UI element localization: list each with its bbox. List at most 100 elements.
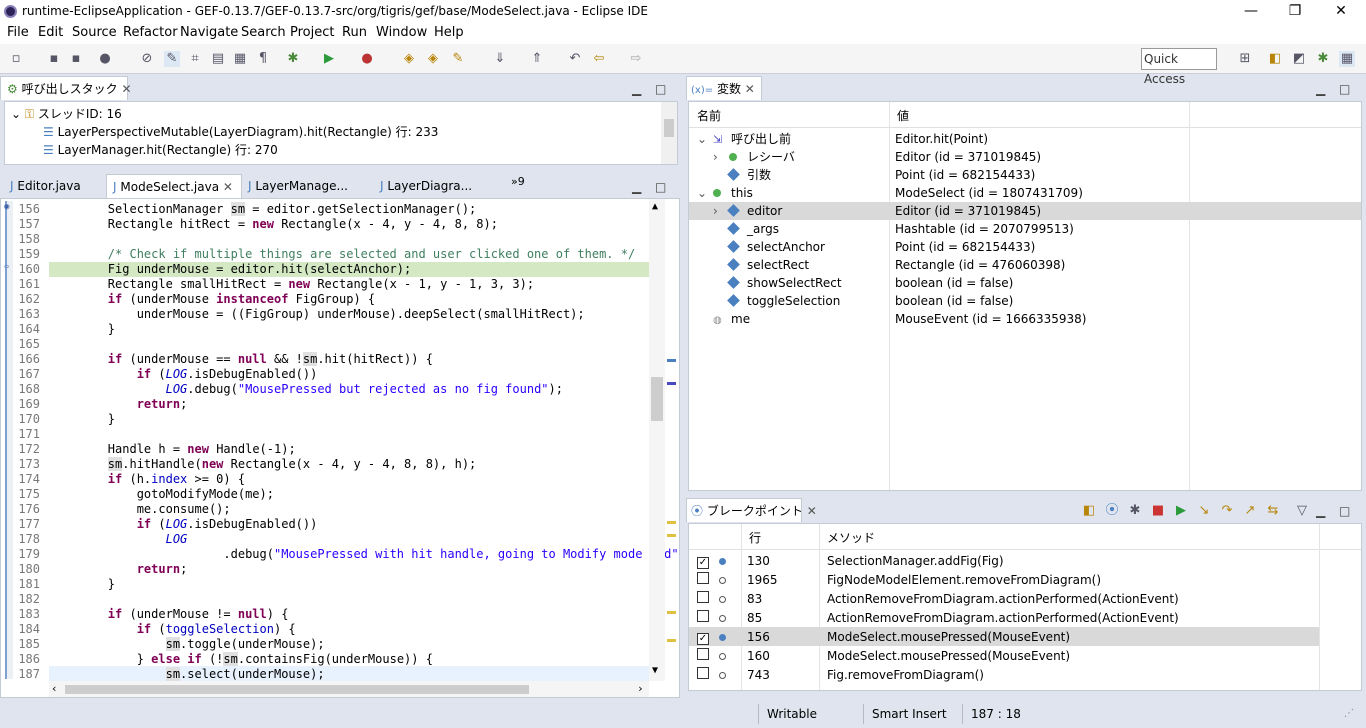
new-icon[interactable]: ▫: [8, 51, 24, 67]
horizontal-scrollbar[interactable]: ‹ ›: [49, 681, 649, 697]
code-line[interactable]: if (LOG.isDebugEnabled()): [50, 517, 318, 531]
menu-project[interactable]: Project: [290, 25, 334, 40]
code-line[interactable]: if (LOG.isDebugEnabled()): [50, 367, 318, 381]
code-line[interactable]: }: [50, 322, 115, 336]
variable-row[interactable]: toggleSelection boolean (id = false): [689, 292, 1361, 310]
callstack-scrollbar[interactable]: [661, 102, 677, 164]
chevron-right-icon[interactable]: ›: [713, 202, 718, 220]
java-ee-perspective-icon[interactable]: ◧: [1267, 51, 1283, 67]
new-package-icon[interactable]: ◈: [401, 51, 417, 67]
menu-window[interactable]: Window: [376, 25, 427, 40]
stack-frame-row[interactable]: ☰ LayerPerspectiveMutable(LayerDiagram).…: [43, 123, 438, 141]
variable-row[interactable]: ◍ me MouseEvent (id = 1666335938): [689, 310, 1361, 328]
code-line[interactable]: if (h.index >= 0) {: [50, 472, 245, 486]
close-button[interactable]: ✕: [1318, 0, 1364, 24]
code-line[interactable]: Fig underMouse = editor.hit(selectAnchor…: [50, 262, 411, 276]
save-all-icon[interactable]: ▪: [68, 51, 84, 67]
git-perspective-icon[interactable]: ▦: [1339, 51, 1355, 67]
show-whitespace-icon[interactable]: ▦: [232, 51, 248, 67]
code-line[interactable]: if (underMouse != null) {: [50, 607, 289, 621]
variable-row[interactable]: › editor Editor (id = 371019845): [689, 202, 1361, 220]
minimize-view-icon[interactable]: ▁: [1316, 82, 1325, 96]
overview-marker[interactable]: [667, 359, 676, 362]
close-icon[interactable]: ✕: [745, 82, 755, 96]
debug-perspective-icon[interactable]: ✱: [1315, 51, 1331, 67]
code-line[interactable]: }: [50, 412, 115, 426]
overview-marker[interactable]: [667, 611, 676, 614]
quick-access-field[interactable]: Quick Access: [1141, 48, 1217, 86]
chevron-right-icon[interactable]: ›: [713, 148, 718, 166]
view-menu-icon[interactable]: ▽: [1294, 503, 1310, 519]
menu-help[interactable]: Help: [434, 25, 464, 40]
next-annotation-icon[interactable]: ⇓: [492, 51, 508, 67]
external-tools-icon[interactable]: ●: [359, 51, 375, 67]
breakpoint-row[interactable]: 743 Fig.removeFromDiagram(): [689, 665, 1319, 684]
terminate-icon[interactable]: ■: [1150, 503, 1166, 519]
breakpoint-checkbox[interactable]: [697, 590, 709, 608]
minimize-view-icon[interactable]: ▁: [1316, 504, 1325, 518]
breakpoint-icon[interactable]: ◉: [4, 202, 9, 212]
minimize-button[interactable]: —: [1228, 0, 1274, 24]
breakpoint-row[interactable]: 85 ActionRemoveFromDiagram.actionPerforme…: [689, 608, 1319, 627]
last-edit-icon[interactable]: ↶: [567, 51, 583, 67]
scrollbar-thumb[interactable]: [651, 377, 663, 421]
menu-source[interactable]: Source: [72, 25, 117, 40]
breakpoint-row[interactable]: 1965 FigNodeModelElement.removeFromDiagra…: [689, 570, 1319, 589]
breakpoint-row[interactable]: ✓ 156 ModeSelect.mousePressed(MouseEvent): [689, 627, 1319, 646]
menu-file[interactable]: File: [7, 25, 29, 40]
code-line[interactable]: return;: [50, 562, 188, 576]
variable-row[interactable]: ⌄ this ModeSelect (id = 1807431709): [689, 184, 1361, 202]
close-icon[interactable]: ✕: [121, 82, 131, 96]
variable-row[interactable]: 引数 Point (id = 682154433): [689, 166, 1361, 184]
code-line[interactable]: if (underMouse == null && !sm.hit(hitRec…: [50, 352, 433, 366]
menu-run[interactable]: Run: [342, 25, 367, 40]
scroll-left-icon[interactable]: ‹: [51, 682, 58, 695]
variable-row[interactable]: selectAnchor Point (id = 682154433): [689, 238, 1361, 256]
tab-callstack[interactable]: ⚙ 呼び出しスタック ✕: [0, 76, 132, 100]
minimize-view-icon[interactable]: ▁: [632, 82, 641, 96]
code-line[interactable]: underMouse = ((FigGroup) underMouse).dee…: [50, 307, 585, 321]
scroll-up-icon[interactable]: ▲: [652, 201, 658, 212]
code-line[interactable]: }: [50, 577, 115, 591]
breakpoint-checkbox[interactable]: ✓: [697, 552, 709, 570]
variable-row[interactable]: _args Hashtable (id = 2070799513): [689, 220, 1361, 238]
column-value-header[interactable]: 値: [897, 107, 909, 125]
word-wrap-icon[interactable]: ▤: [210, 51, 226, 67]
maximize-view-icon[interactable]: □: [1339, 504, 1350, 518]
forward-icon[interactable]: ⇨: [628, 51, 644, 67]
code-line[interactable]: sm.hitHandle(new Rectangle(x - 4, y - 4,…: [50, 457, 476, 471]
step-into-icon[interactable]: ↘: [1196, 503, 1212, 519]
breakpoint-checkbox[interactable]: [697, 666, 709, 684]
scrollbar-thumb[interactable]: [664, 119, 674, 137]
restore-button[interactable]: ❐: [1272, 0, 1318, 24]
tab-layermanager-java[interactable]: J LayerManage...: [244, 174, 372, 198]
variable-row[interactable]: › レシーバ Editor (id = 371019845): [689, 148, 1361, 166]
profile-icon[interactable]: ●: [97, 51, 113, 67]
chevron-down-icon[interactable]: ⌄: [697, 130, 707, 148]
overview-marker[interactable]: [667, 639, 676, 642]
resume-icon[interactable]: ▶: [1173, 503, 1189, 519]
save-icon[interactable]: ▪: [46, 51, 62, 67]
code-line[interactable]: LOG: [50, 532, 188, 546]
back-icon[interactable]: ⇦: [591, 51, 607, 67]
maximize-view-icon[interactable]: □: [655, 180, 666, 194]
minimize-view-icon[interactable]: ▁: [632, 180, 641, 194]
search-toolbar-icon[interactable]: ✎: [450, 51, 466, 67]
code-line[interactable]: SelectionManager sm = editor.getSelectio…: [50, 202, 476, 216]
breakpoint-checkbox[interactable]: [697, 571, 709, 589]
breakpoint-row[interactable]: ✓ 130 SelectionManager.addFig(Fig): [689, 551, 1319, 570]
code-line[interactable]: Rectangle smallHitRect = new Rectangle(x…: [50, 277, 534, 291]
code-line[interactable]: sm.select(underMouse);: [50, 667, 325, 681]
code-line[interactable]: Handle h = new Handle(-1);: [50, 442, 296, 456]
menu-search[interactable]: Search: [241, 25, 286, 40]
toggle-mark-occurrences-icon[interactable]: ✎: [164, 51, 180, 67]
breakpoint-checkbox[interactable]: [697, 609, 709, 627]
variable-row[interactable]: showSelectRect boolean (id = false): [689, 274, 1361, 292]
overview-marker[interactable]: [667, 382, 676, 385]
scroll-right-icon[interactable]: ›: [637, 682, 644, 695]
go-to-file-icon[interactable]: ⦿: [1104, 503, 1120, 519]
debug-icon[interactable]: ✱: [285, 51, 301, 67]
code-line[interactable]: LOG.debug("MousePressed but rejected as …: [50, 382, 563, 396]
column-name-header[interactable]: 名前: [697, 107, 721, 125]
variable-row[interactable]: selectRect Rectangle (id = 476060398): [689, 256, 1361, 274]
